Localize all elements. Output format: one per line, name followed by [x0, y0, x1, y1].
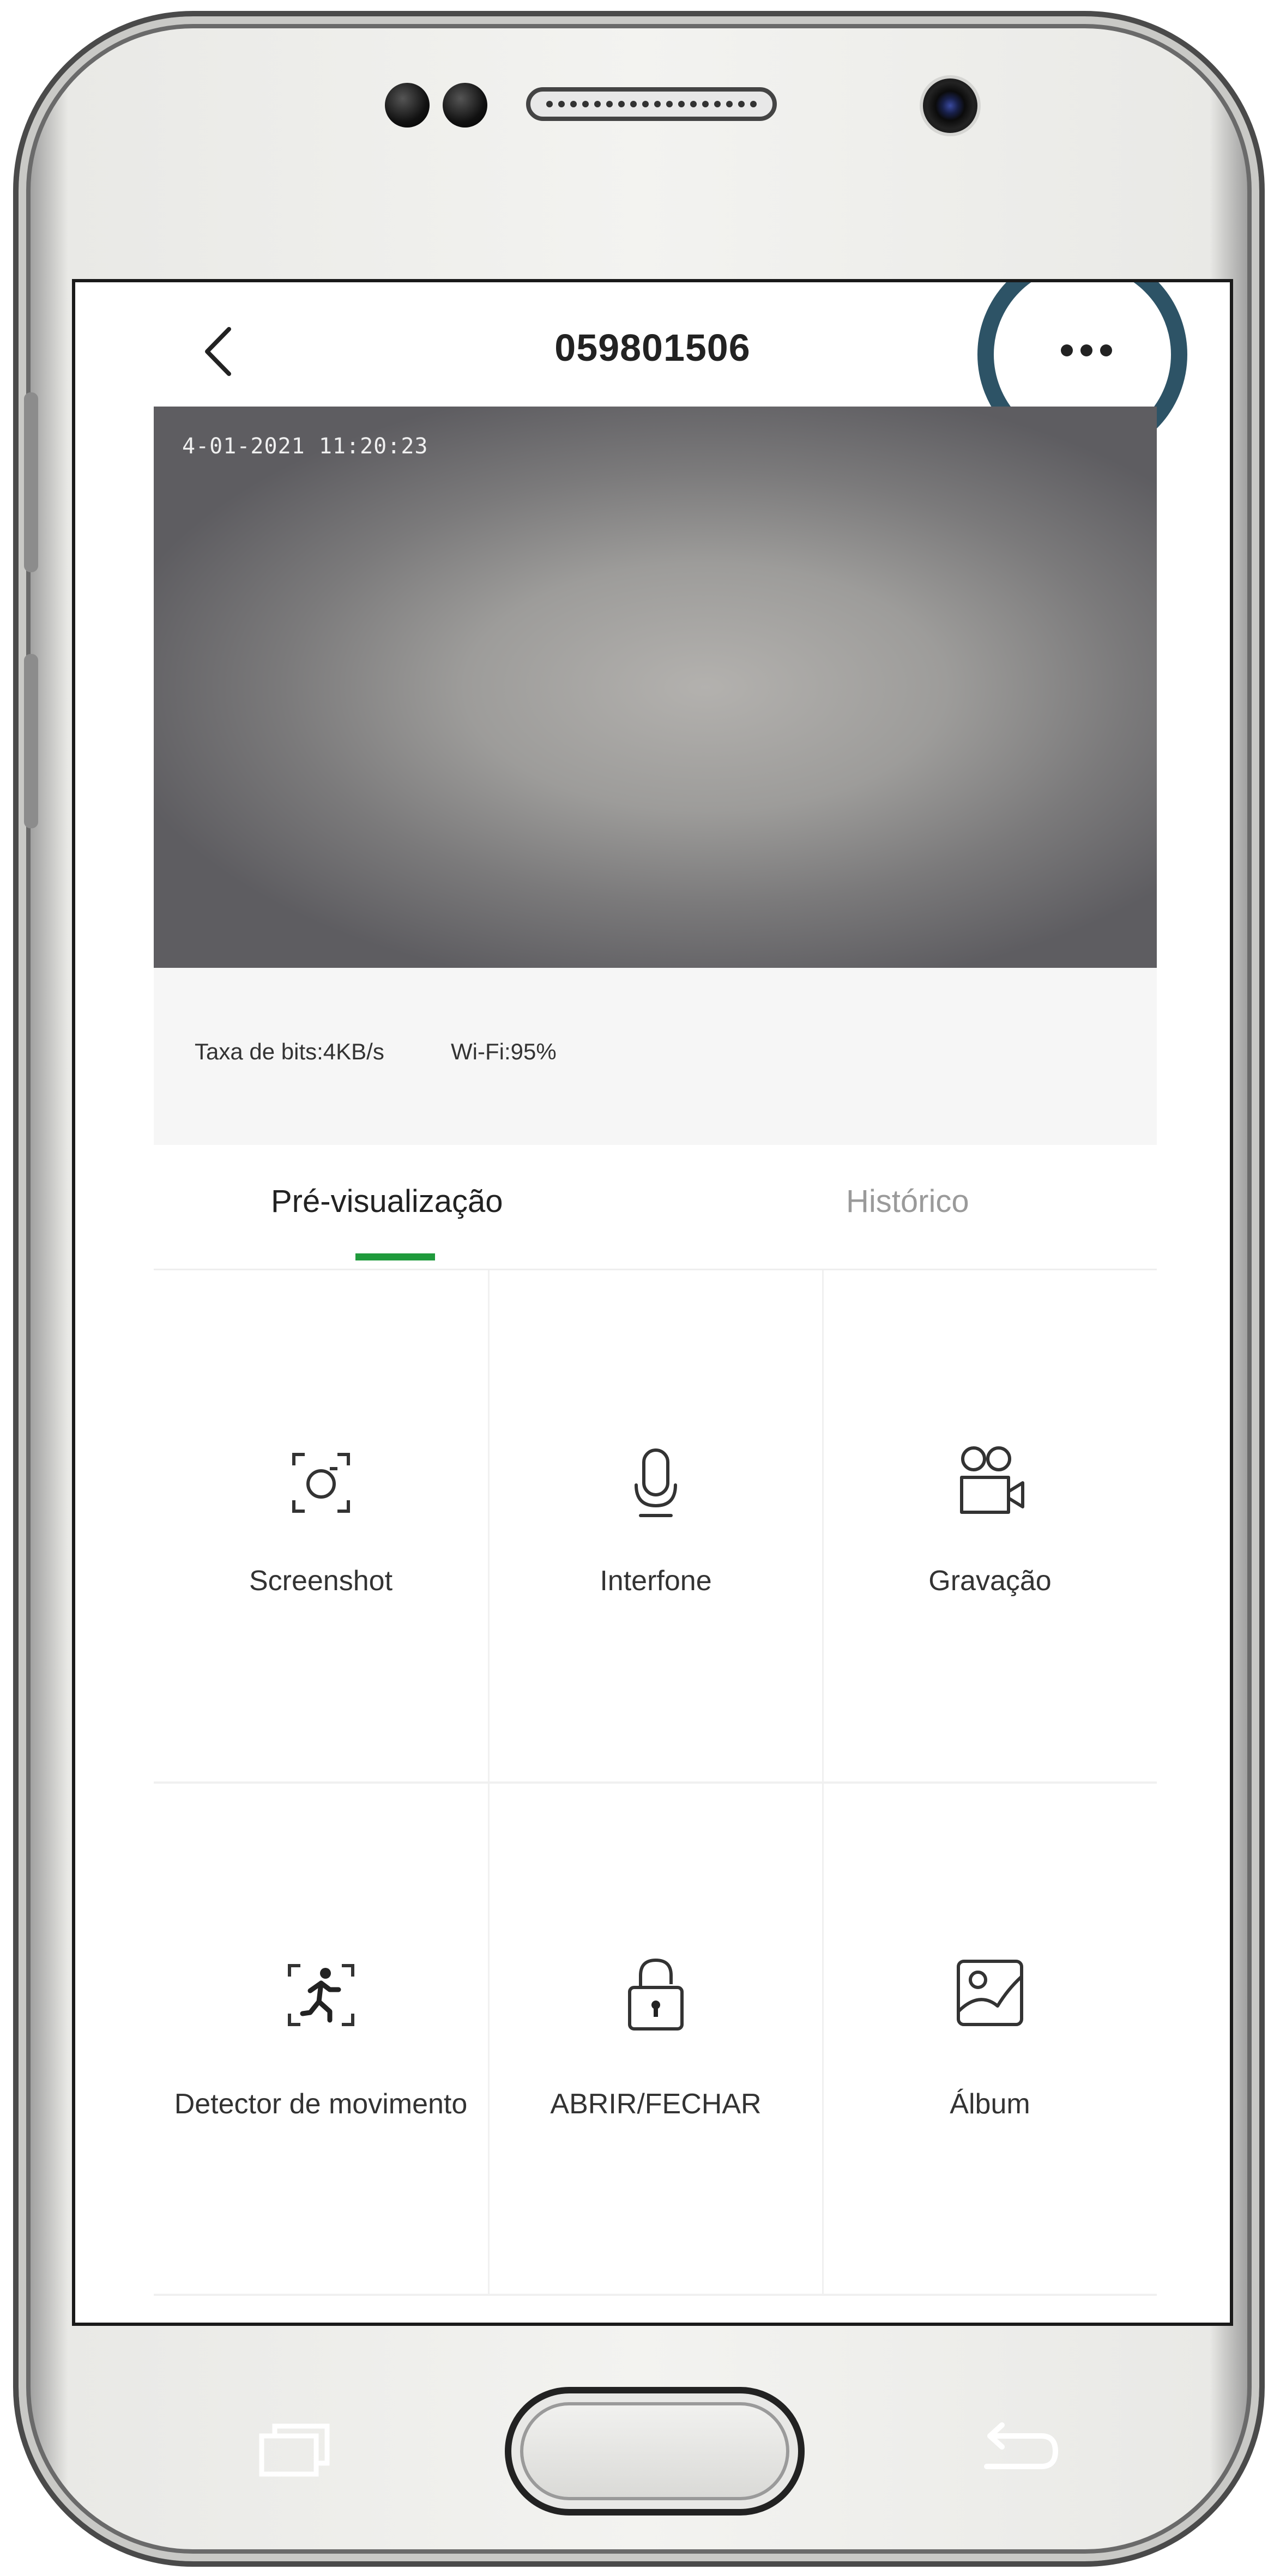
earpiece-speaker: [526, 87, 777, 121]
intercom-label: Interfone: [600, 1565, 712, 1597]
grid-bottom-divider: [154, 2294, 1157, 2296]
bitrate-label: Taxa de bits:4KB/s: [195, 1039, 384, 1064]
tab-bar: Pré-visualização Histórico: [154, 1145, 1157, 1270]
motion-detector-button[interactable]: Detector de movimento: [154, 1783, 488, 2295]
system-back-button[interactable]: [976, 2420, 1063, 2480]
motion-detector-label: Detector de movimento: [174, 2088, 468, 2120]
more-horizontal-icon: [1061, 344, 1112, 356]
video-recording-icon: [960, 1446, 1024, 1514]
light-sensor: [443, 83, 487, 128]
screenshot-button[interactable]: Screenshot: [154, 1270, 488, 1783]
back-arrow-icon: [984, 2422, 1058, 2469]
app-header: 059801506: [75, 282, 1230, 459]
wifi-signal-label: Wi-Fi:95%: [451, 1039, 557, 1064]
recent-apps-button[interactable]: [256, 2420, 333, 2480]
recent-apps-icon: [259, 2423, 330, 2477]
microphone-icon: [635, 1448, 677, 1517]
active-tab-indicator: [355, 1253, 435, 1260]
home-button[interactable]: [505, 2387, 805, 2516]
recording-label: Gravação: [928, 1565, 1052, 1597]
volume-button: [24, 392, 38, 572]
front-camera: [920, 75, 981, 136]
video-timestamp: 4-01-2021 11:20:23: [182, 434, 428, 459]
actions-grid: Screenshot Interfone Gravação Detector d…: [154, 1270, 1157, 2323]
motion-detector-icon: [287, 1964, 354, 2026]
tab-preview[interactable]: Pré-visualização: [271, 1183, 503, 1220]
app-screen: 059801506 4-01-2021 11:20:23 Taxa de bit…: [72, 279, 1233, 2326]
screenshot-icon: [292, 1453, 350, 1513]
recording-button[interactable]: Gravação: [822, 1270, 1156, 1783]
open-close-label: ABRIR/FECHAR: [550, 2088, 762, 2120]
proximity-sensor: [385, 83, 430, 128]
album-icon: [957, 1960, 1023, 2026]
screenshot-label: Screenshot: [249, 1565, 393, 1597]
album-label: Álbum: [950, 2088, 1030, 2120]
live-video-feed[interactable]: 4-01-2021 11:20:23: [154, 407, 1157, 968]
tab-history[interactable]: Histórico: [846, 1183, 969, 1220]
stats-bar: Taxa de bits:4KB/s Wi-Fi:95%: [154, 968, 1157, 1145]
open-close-button[interactable]: ABRIR/FECHAR: [488, 1783, 822, 2295]
album-button[interactable]: Álbum: [822, 1783, 1156, 2295]
lock-icon: [628, 1959, 684, 2031]
power-button: [24, 654, 38, 828]
more-options-button[interactable]: [1043, 320, 1130, 380]
intercom-button[interactable]: Interfone: [488, 1270, 822, 1783]
